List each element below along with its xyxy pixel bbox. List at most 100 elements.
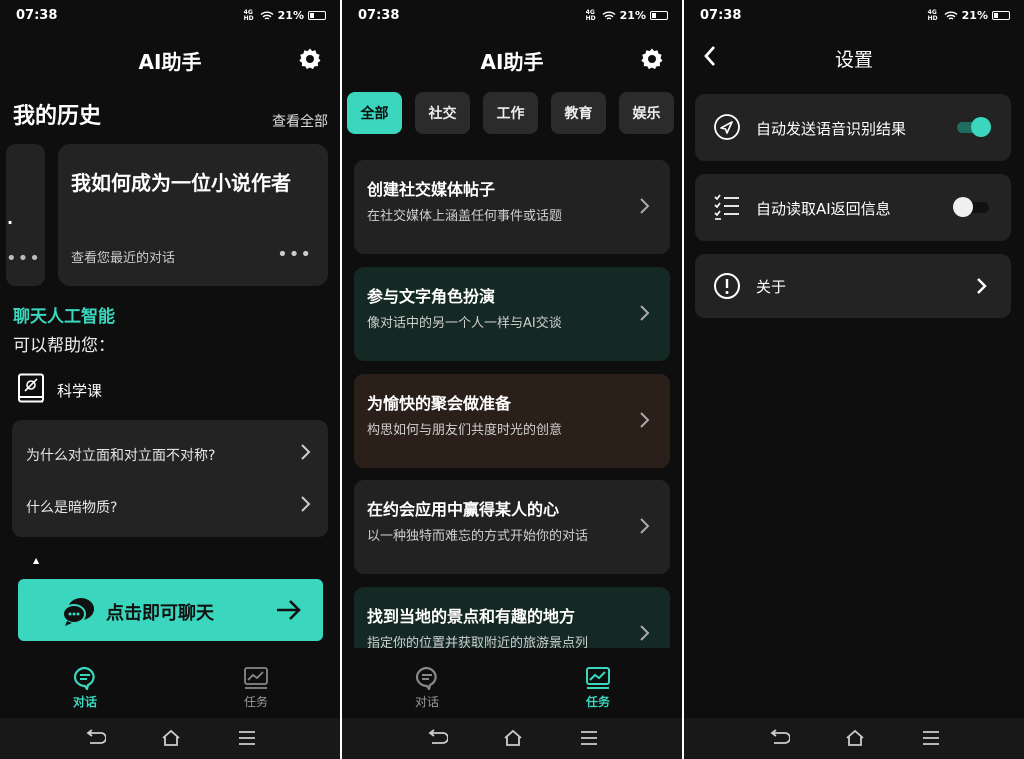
more-icon[interactable]: •••	[277, 244, 312, 265]
category-label: 科学课	[57, 382, 103, 400]
gear-icon[interactable]	[298, 47, 322, 71]
home-nav-icon[interactable]	[845, 729, 865, 747]
tasks-screen: 07:38 4G HD 21% AI助手 全部 社交 工作 教育 娱乐 创建社交…	[342, 0, 682, 759]
tab-chat-label: 对话	[72, 695, 97, 709]
task-subtitle: 像对话中的另一个人一样与AI交谈	[367, 316, 562, 331]
question-item[interactable]: 为什么对立面和对立面不对称?	[26, 445, 215, 465]
task-title: 参与文字角色扮演	[367, 287, 496, 306]
home-nav-icon[interactable]	[161, 729, 181, 747]
setting-auto-send-voice[interactable]: 自动发送语音识别结果	[695, 94, 1011, 161]
system-nav-bar	[684, 718, 1024, 759]
status-bar: 07:38 4G HD 21%	[684, 0, 1024, 32]
task-subtitle: 在社交媒体上涵盖任何事件或话题	[367, 209, 563, 224]
wifi-icon	[944, 11, 958, 20]
chip-work[interactable]: 工作	[483, 92, 538, 134]
setting-label: 关于	[756, 278, 787, 296]
chevron-right-icon	[640, 305, 650, 321]
system-nav-bar	[342, 718, 682, 759]
chat-bubble-icon	[62, 598, 94, 626]
question-list: 为什么对立面和对立面不对称? 什么是暗物质?	[12, 420, 328, 537]
start-chat-button[interactable]: 点击即可聊天	[18, 579, 323, 641]
history-card-title: 我如何成为一位小说作者	[71, 171, 291, 195]
task-card[interactable]: 在约会应用中赢得某人的心 以一种独特而难忘的方式开始你的对话	[354, 480, 670, 574]
task-subtitle: 构思如何与朋友们共度时光的创意	[367, 423, 563, 438]
chevron-right-icon	[640, 518, 650, 534]
arrow-right-icon	[277, 600, 301, 620]
settings-screen: 07:38 4G HD 21% 设置 自动发送语音识别结果 自动读取AI返回信息…	[684, 0, 1024, 759]
signal-icon: 4G HD	[927, 8, 938, 22]
back-nav-icon[interactable]	[86, 729, 106, 747]
setting-label: 自动发送语音识别结果	[756, 120, 907, 138]
history-card[interactable]: 我如何成为一位小说作者 查看您最近的对话 •••	[58, 144, 328, 286]
task-card[interactable]: 找到当地的景点和有趣的地方 指定你的位置并获取附近的旅游景点列	[354, 587, 670, 648]
battery-percent: 21%	[961, 9, 988, 22]
chevron-right-icon	[977, 278, 987, 294]
chart-icon	[586, 667, 610, 689]
tab-chat[interactable]: 对话	[397, 660, 457, 710]
menu-nav-icon[interactable]	[921, 729, 941, 747]
science-book-icon	[18, 373, 44, 403]
more-icon[interactable]: •••	[6, 248, 41, 269]
task-subtitle: 指定你的位置并获取附近的旅游景点列	[367, 636, 589, 648]
tab-tasks[interactable]: 任务	[568, 660, 628, 710]
chip-education[interactable]: 教育	[551, 92, 606, 134]
chat-ai-heading: 聊天人工智能	[13, 307, 115, 327]
history-title: 我的历史	[13, 104, 102, 129]
tab-tasks[interactable]: 任务	[226, 660, 286, 710]
chip-social[interactable]: 社交	[415, 92, 470, 134]
task-card[interactable]: 参与文字角色扮演 像对话中的另一个人一样与AI交谈	[354, 267, 670, 361]
status-bar: 07:38 4G HD 21%	[0, 0, 340, 32]
chip-all[interactable]: 全部	[347, 92, 402, 134]
question-item[interactable]: 什么是暗物质?	[26, 497, 117, 517]
start-chat-label: 点击即可聊天	[106, 603, 214, 624]
auto-send-toggle[interactable]	[957, 117, 991, 137]
chevron-right-icon[interactable]	[298, 495, 312, 513]
battery-percent: 21%	[619, 9, 646, 22]
task-title: 找到当地的景点和有趣的地方	[367, 607, 576, 626]
back-nav-icon[interactable]	[770, 729, 790, 747]
task-card[interactable]: 为愉快的聚会做准备 构思如何与朋友们共度时光的创意	[354, 374, 670, 468]
chat-icon	[415, 666, 437, 690]
auto-read-toggle[interactable]	[953, 197, 989, 217]
chat-screen: 07:38 4G HD 21% AI助手 我的历史 查看全部 . ••• 我如何…	[0, 0, 340, 759]
battery-percent: 21%	[277, 9, 304, 22]
status-time: 07:38	[16, 8, 58, 23]
task-title: 为愉快的聚会做准备	[367, 394, 512, 413]
setting-auto-read-ai[interactable]: 自动读取AI返回信息	[695, 174, 1011, 241]
tab-chat-label: 对话	[414, 695, 439, 709]
history-card-subtitle: 查看您最近的对话	[71, 251, 176, 266]
home-nav-icon[interactable]	[503, 729, 523, 747]
history-card-partial[interactable]: . •••	[6, 144, 45, 286]
status-time: 07:38	[700, 8, 742, 23]
bottom-tab-bar: 对话 任务	[342, 660, 682, 716]
back-nav-icon[interactable]	[428, 729, 448, 747]
chat-icon	[73, 666, 95, 690]
gear-icon[interactable]	[640, 47, 664, 71]
status-time: 07:38	[358, 8, 400, 23]
category-chips: 全部 社交 工作 教育 娱乐	[347, 92, 674, 134]
info-icon	[714, 273, 740, 299]
status-bar: 07:38 4G HD 21%	[342, 0, 682, 32]
tab-chat[interactable]: 对话	[55, 660, 115, 710]
help-text: 可以帮助您：	[13, 336, 115, 356]
signal-icon: 4G HD	[243, 8, 254, 22]
setting-about[interactable]: 关于	[695, 254, 1011, 318]
checklist-icon	[714, 194, 739, 220]
chevron-right-icon[interactable]	[298, 443, 312, 461]
settings-title: 设置	[834, 49, 873, 71]
system-nav-bar	[0, 718, 340, 759]
task-card[interactable]: 创建社交媒体帖子 在社交媒体上涵盖任何事件或话题	[354, 160, 670, 254]
see-all-link[interactable]: 查看全部	[272, 111, 328, 131]
chip-entertainment[interactable]: 娱乐	[619, 92, 674, 134]
tab-tasks-label: 任务	[585, 695, 610, 709]
battery-icon	[992, 11, 1010, 20]
app-title: AI助手	[138, 50, 202, 74]
task-title: 创建社交媒体帖子	[367, 180, 496, 199]
chart-icon	[244, 667, 268, 689]
send-icon	[714, 114, 740, 140]
wifi-icon	[602, 11, 616, 20]
battery-icon	[308, 11, 326, 20]
partial-card-text: .	[7, 209, 14, 228]
menu-nav-icon[interactable]	[579, 729, 599, 747]
menu-nav-icon[interactable]	[237, 729, 257, 747]
